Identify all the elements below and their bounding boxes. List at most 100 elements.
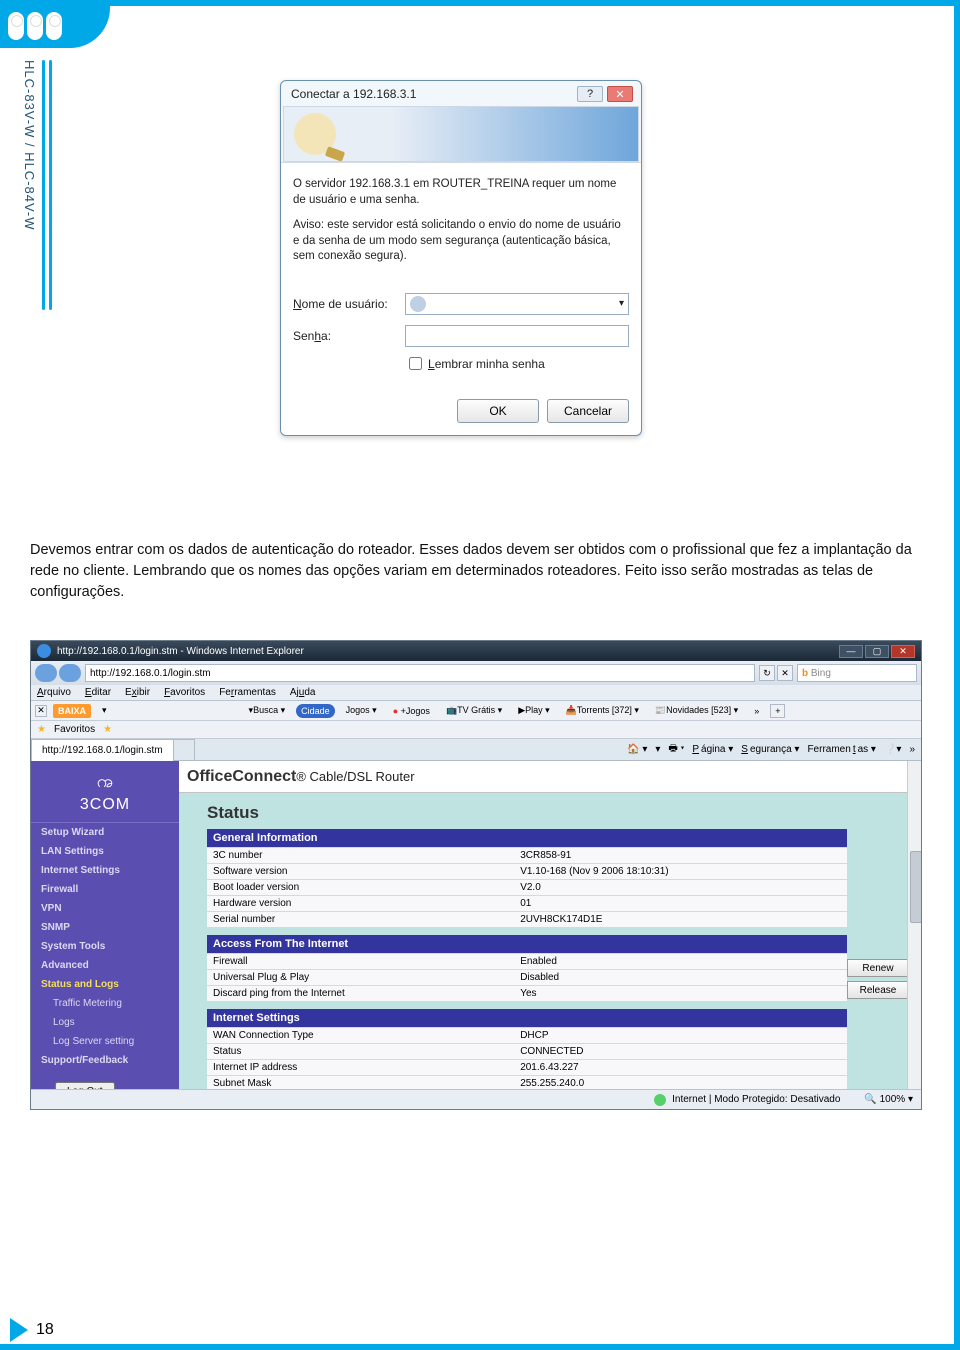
forward-button[interactable] [59,664,81,682]
nav-item[interactable]: VPN [31,899,179,918]
chevron-down-icon[interactable]: ▾ [619,298,624,309]
feed-button[interactable]: ▾ [655,744,660,755]
toolbar-jogos[interactable]: Jogos ▾ [341,704,382,718]
ok-button[interactable]: OK [457,399,539,423]
table-value: Enabled [514,954,847,970]
toolbar-busca[interactable]: ▾ Busca ▾ [244,704,291,718]
auth-dialog: Conectar a 192.168.3.1 ? ✕ O servidor 19… [280,80,642,436]
release-button[interactable]: Release [847,981,909,999]
nav-subitem[interactable]: Log Server setting [31,1032,179,1051]
window-title: http://192.168.0.1/login.stm - Windows I… [57,646,304,657]
status-bar: Internet | Modo Protegido: Desativado 🔍 … [31,1089,921,1109]
nav-item-active[interactable]: Status and Logs [31,975,179,994]
table-value: 01 [514,896,847,912]
menu-favoritos[interactable]: Favoritos [164,687,205,698]
close-button[interactable]: ✕ [607,86,633,102]
minimize-button[interactable]: — [839,645,863,658]
menu-editar[interactable]: Editar [85,687,111,698]
password-label: Senha: [293,329,405,343]
table-key: Software version [207,864,514,880]
maximize-button[interactable]: ▢ [865,645,889,658]
table-value: CONNECTED [514,1044,847,1060]
product-corner-icon [8,8,68,44]
print-button[interactable]: 🖶 ▾ [668,741,684,758]
table-key: Serial number [207,912,514,928]
toolbar-tv[interactable]: 📺 TV Grátis ▾ [441,704,507,718]
new-tab-button[interactable] [173,739,195,761]
toolbar-novidades[interactable]: 📰 Novidades [523] ▾ [650,704,743,718]
page-number: 18 [36,1321,54,1339]
stop-button[interactable]: ✕ [777,665,793,681]
address-bar[interactable]: http://192.168.0.1/login.stm [85,664,755,682]
status-heading: Status [207,803,921,823]
page-triangle-icon [10,1318,28,1342]
auth-server-message: O servidor 192.168.3.1 em ROUTER_TREINA … [293,177,629,208]
password-input[interactable] [405,325,629,347]
section-header: General Information [207,829,847,848]
nav-item[interactable]: Firewall [31,880,179,899]
close-button[interactable]: ✕ [891,645,915,658]
cancel-button[interactable]: Cancelar [547,399,629,423]
auth-banner [283,106,639,162]
menu-exibir[interactable]: Exibir [125,687,150,698]
favorites-label[interactable]: Favoritos [54,724,95,735]
nav-subitem[interactable]: Traffic Metering [31,994,179,1013]
table-value: Yes [514,986,847,1002]
toolbar-maisjogos[interactable]: ● +Jogos [388,704,435,718]
menu-bar: Arquivo Editar Exibir Favoritos Ferramen… [31,685,921,701]
back-button[interactable] [35,664,57,682]
help-menu[interactable]: ❔▾ [884,744,901,755]
browser-tab[interactable]: http://192.168.0.1/login.stm [31,739,174,761]
table-key: Discard ping from the Internet [207,986,514,1002]
table-key: Hardware version [207,896,514,912]
auth-title: Conectar a 192.168.3.1 [291,87,416,101]
help-button[interactable]: ? [577,86,603,102]
refresh-button[interactable]: ↻ [759,665,775,681]
globe-icon [654,1094,666,1106]
spine-label: HLC-83V-W / HLC-84V-W [22,60,37,231]
router-header: OfficeConnect® Cable/DSL Router [179,761,921,793]
nav-item[interactable]: Setup Wizard [31,823,179,842]
more-icon[interactable]: » [909,744,915,755]
username-label: Nome de usuário: [293,297,405,311]
favorites-star-icon[interactable]: ★ [37,724,46,735]
search-box[interactable]: b Bing [797,664,917,682]
nav-item[interactable]: SNMP [31,918,179,937]
scrollbar[interactable] [907,761,921,1091]
pagina-menu[interactable]: Página ▾ [692,744,733,755]
username-input[interactable]: ▾ [405,293,629,315]
toolbar-cidade[interactable]: Cidade [296,704,335,718]
home-button[interactable]: 🏠 ▾ [627,744,647,755]
nav-item[interactable]: Advanced [31,956,179,975]
zoom-control[interactable]: 🔍 100% ▾ [864,1094,913,1105]
seguranca-menu[interactable]: Segurança ▾ [741,744,799,755]
status-zone: Internet | Modo Protegido: Desativado [672,1094,840,1105]
nav-item[interactable]: System Tools [31,937,179,956]
toolbar-torrents[interactable]: 📥 Torrents [372] ▾ [561,704,644,718]
menu-ajuda[interactable]: Ajuda [290,687,316,698]
toolbar-close-icon[interactable]: ✕ [35,705,47,717]
auth-warning-message: Aviso: este servidor está solicitando o … [293,218,629,265]
table-key: WAN Connection Type [207,1028,514,1044]
nav-subitem[interactable]: Logs [31,1013,179,1032]
remember-checkbox[interactable] [409,357,422,370]
favorites-add-icon[interactable]: ★ [103,724,112,735]
renew-button[interactable]: Renew [847,959,909,977]
toolbar-more[interactable]: » [749,704,764,718]
nav-item[interactable]: LAN Settings [31,842,179,861]
table-key: Firewall [207,954,514,970]
ferramentas-menu[interactable]: Ferramentas ▾ [807,744,876,755]
menu-ferramentas[interactable]: Ferramentas [219,687,276,698]
table-value: DHCP [514,1028,847,1044]
keys-icon [294,113,336,155]
toolbar-play[interactable]: ▶ Play ▾ [513,704,554,718]
table-value: Disabled [514,970,847,986]
browser-window: http://192.168.0.1/login.stm - Windows I… [30,640,922,1110]
nav-item[interactable]: Internet Settings [31,861,179,880]
section-header: Internet Settings [207,1009,847,1028]
section-header: Access From The Internet [207,935,847,954]
router-sidebar: ꩠ 3COM Setup WizardLAN SettingsInternet … [31,761,179,1091]
menu-arquivo[interactable]: Arquivo [37,687,71,698]
nav-item[interactable]: Support/Feedback [31,1051,179,1070]
table-key: Internet IP address [207,1060,514,1076]
